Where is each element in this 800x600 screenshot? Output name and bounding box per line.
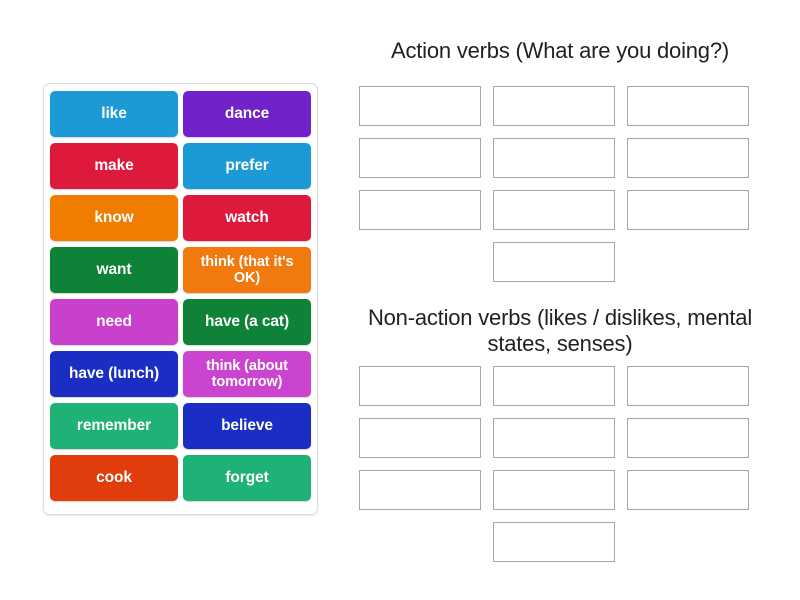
word-tile[interactable]: cook bbox=[50, 455, 178, 501]
word-tile[interactable]: need bbox=[50, 299, 178, 345]
dropzone-action-verbs-2[interactable] bbox=[493, 86, 615, 126]
dropzone-action-verbs-5[interactable] bbox=[493, 138, 615, 178]
dropzone-non-action-verbs-1[interactable] bbox=[359, 366, 481, 406]
dropzone-non-action-verbs-2[interactable] bbox=[493, 366, 615, 406]
word-tile[interactable]: watch bbox=[183, 195, 311, 241]
word-tile[interactable]: have (a cat) bbox=[183, 299, 311, 345]
dropzone-grid-non-action-verbs bbox=[359, 366, 749, 562]
word-tile[interactable]: know bbox=[50, 195, 178, 241]
word-tile-panel: like dance make prefer know watch want think (t… bbox=[43, 83, 318, 515]
word-tile[interactable]: have (lunch) bbox=[50, 351, 178, 397]
word-tile[interactable]: dance bbox=[183, 91, 311, 137]
dropzone-action-verbs-7[interactable] bbox=[359, 190, 481, 230]
dropzone-action-verbs-8[interactable] bbox=[493, 190, 615, 230]
dropzone-action-verbs-10[interactable] bbox=[493, 242, 615, 282]
dropzone-action-verbs-1[interactable] bbox=[359, 86, 481, 126]
dropzone-non-action-verbs-7[interactable] bbox=[359, 470, 481, 510]
dropzone-non-action-verbs-8[interactable] bbox=[493, 470, 615, 510]
group-heading-action-verbs: Action verbs (What are you doing?) bbox=[390, 38, 730, 63]
dropzone-non-action-verbs-9[interactable] bbox=[627, 470, 749, 510]
group-heading-non-action-verbs: Non-action verbs (likes / dislikes, ment… bbox=[367, 305, 753, 356]
dropzone-non-action-verbs-3[interactable] bbox=[627, 366, 749, 406]
word-tile[interactable]: like bbox=[50, 91, 178, 137]
dropzone-non-action-verbs-5[interactable] bbox=[493, 418, 615, 458]
word-tile[interactable]: think (that it's OK) bbox=[183, 247, 311, 293]
dropzone-action-verbs-4[interactable] bbox=[359, 138, 481, 178]
word-tile[interactable]: prefer bbox=[183, 143, 311, 189]
dropzone-action-verbs-9[interactable] bbox=[627, 190, 749, 230]
word-tile[interactable]: believe bbox=[183, 403, 311, 449]
word-tile[interactable]: want bbox=[50, 247, 178, 293]
word-tile[interactable]: remember bbox=[50, 403, 178, 449]
word-tile-grid: like dance make prefer know watch want think (t… bbox=[50, 91, 311, 501]
word-tile[interactable]: think (about tomorrow) bbox=[183, 351, 311, 397]
word-tile[interactable]: forget bbox=[183, 455, 311, 501]
dropzone-action-verbs-3[interactable] bbox=[627, 86, 749, 126]
dropzone-non-action-verbs-10[interactable] bbox=[493, 522, 615, 562]
dropzone-action-verbs-6[interactable] bbox=[627, 138, 749, 178]
dropzone-non-action-verbs-4[interactable] bbox=[359, 418, 481, 458]
dropzone-non-action-verbs-6[interactable] bbox=[627, 418, 749, 458]
word-tile[interactable]: make bbox=[50, 143, 178, 189]
dropzone-grid-action-verbs bbox=[359, 86, 749, 282]
